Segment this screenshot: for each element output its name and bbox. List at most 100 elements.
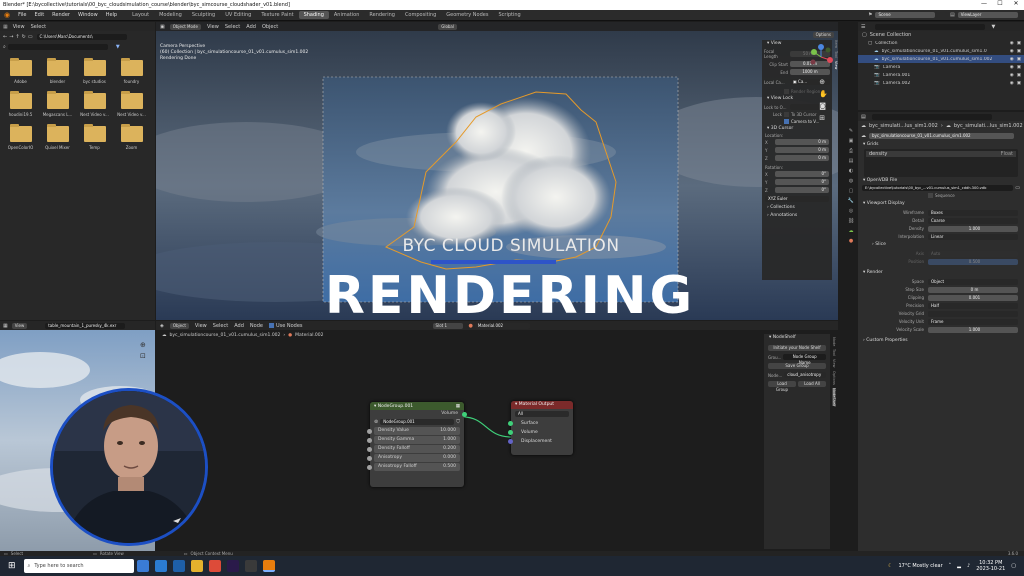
image-name-field[interactable]: table_mountain_1_puresky_4k.exr xyxy=(45,322,126,329)
detail-dropdown[interactable]: Coarse xyxy=(928,217,1018,224)
folder-item[interactable]: Zoom xyxy=(113,124,150,150)
material-tab-icon[interactable]: ● xyxy=(849,238,853,244)
input-socket[interactable] xyxy=(508,439,513,444)
node-shelf-header[interactable]: ▾ NodeShelf xyxy=(764,334,830,342)
space-dropdown[interactable]: Object xyxy=(928,278,1018,285)
navigation-gizmo[interactable] xyxy=(808,44,834,70)
filter-icon[interactable]: ▼ xyxy=(991,24,995,30)
output-socket[interactable] xyxy=(462,412,467,417)
sidebar-tab[interactable]: Tool xyxy=(832,349,836,356)
notification-icon[interactable]: ▢ xyxy=(1011,563,1016,569)
camera-render-icon[interactable]: ▣ xyxy=(1017,57,1021,62)
initiate-shelf-button[interactable]: Initiate your Node Shelf xyxy=(768,345,826,351)
menu-window[interactable]: Window xyxy=(74,12,102,18)
tool-tab-icon[interactable]: ✎ xyxy=(849,128,853,134)
node-input-field[interactable]: Anisotropy Falloff 0.500 xyxy=(374,463,460,471)
output-tab-icon[interactable]: ⎙ xyxy=(849,148,853,154)
sidebar-tab[interactable]: Node xyxy=(832,337,836,346)
store-icon[interactable] xyxy=(172,560,185,572)
node-input-field[interactable]: Anisotropy 0.000 xyxy=(374,454,460,462)
shader-type-dropdown[interactable]: Object xyxy=(169,322,189,329)
input-socket[interactable] xyxy=(367,438,372,443)
3d-viewport[interactable]: ▣ Object Mode View Select Add Object Glo… xyxy=(156,22,838,320)
object-tab-icon[interactable]: ▢ xyxy=(849,188,854,194)
menu-select[interactable]: Select xyxy=(213,323,228,329)
constraint-tab-icon[interactable]: ⛓ xyxy=(848,218,854,224)
sidebar-tab[interactable]: View xyxy=(834,61,838,69)
tab-shading[interactable]: Shading xyxy=(298,11,329,19)
step-size-field[interactable]: 0 m xyxy=(928,286,1018,293)
menu-select[interactable]: Select xyxy=(225,24,240,30)
node-input-field[interactable]: Density Gamma 1.000 xyxy=(374,436,460,444)
menu-select[interactable]: Select xyxy=(31,24,46,30)
chrome-icon[interactable] xyxy=(208,560,221,572)
tab-rendering[interactable]: Rendering xyxy=(364,11,400,19)
camera-view-icon[interactable]: ◙ xyxy=(819,102,828,110)
transform-orientation[interactable]: Global xyxy=(438,23,457,30)
visibility-icon[interactable]: ◉ xyxy=(1010,41,1014,46)
cursor-rotation-z-field[interactable]: 0° xyxy=(775,187,829,193)
path-field[interactable]: C:\Users\Marc\Documents\ xyxy=(36,33,127,40)
filter-icon[interactable]: ▼ xyxy=(116,44,120,50)
node-group-header[interactable]: ▾ NodeGroup.001 ▦ xyxy=(370,402,464,410)
zoom-icon[interactable]: ⊕ xyxy=(140,341,146,349)
data-block-field[interactable]: byc_simulationcourse_01_v01.cumulus_sim1… xyxy=(869,133,1014,139)
editor-type-icon[interactable]: ▦ xyxy=(3,24,8,30)
editor-type-icon[interactable]: ◈ xyxy=(160,323,164,329)
lock-cursor-checkbox[interactable] xyxy=(784,112,789,117)
folder-item[interactable]: Nest Video v... xyxy=(113,91,150,117)
sidebar-tab[interactable]: Tool xyxy=(834,51,838,58)
editor-type-icon[interactable]: ▤ xyxy=(861,114,866,120)
input-socket[interactable] xyxy=(367,465,372,470)
render-tab-icon[interactable]: ▣ xyxy=(849,138,854,144)
sequence-checkbox[interactable] xyxy=(928,193,933,198)
menu-render[interactable]: Render xyxy=(48,12,74,18)
input-socket[interactable] xyxy=(367,456,372,461)
wireframe-dropdown[interactable]: Boxes xyxy=(928,209,1018,216)
velocity-unit-dropdown[interactable]: Frame xyxy=(928,318,1018,325)
editor-type-icon[interactable]: ☰ xyxy=(861,24,865,30)
data-tab-icon[interactable]: ☁ xyxy=(849,228,854,234)
blender-logo-icon[interactable]: ◉ xyxy=(0,11,14,19)
menu-view[interactable]: View xyxy=(11,322,28,329)
taskbar-search[interactable]: ⌕ Type here to search xyxy=(23,559,134,573)
tab-layout[interactable]: Layout xyxy=(127,11,154,19)
precision-dropdown[interactable]: Half xyxy=(928,302,1018,309)
view-layer-selector[interactable]: ▤ ViewLayer xyxy=(950,12,1018,18)
outliner-item[interactable]: 📷 Camera.002 ◉ ▣ xyxy=(858,79,1024,87)
weather-label[interactable]: 17°C Mostly clear xyxy=(898,563,942,569)
properties-search-input[interactable] xyxy=(871,113,992,120)
folder-item[interactable]: byc studios xyxy=(76,58,113,84)
outliner-item[interactable]: 📷 Camera ◉ ▣ xyxy=(858,63,1024,71)
material-field[interactable]: Material.002 xyxy=(474,322,530,329)
folder-item[interactable]: OpenColorIO xyxy=(2,124,39,150)
scene-tab-icon[interactable]: ◐ xyxy=(849,168,853,174)
grid-item-density[interactable]: density Float xyxy=(866,151,1016,157)
tab-animation[interactable]: Animation xyxy=(329,11,365,19)
tab-uv-editing[interactable]: UV Editing xyxy=(220,11,256,19)
cursor-location-y-field[interactable]: 0 m xyxy=(775,147,829,153)
load-all-button[interactable]: Load All xyxy=(798,381,826,387)
camera-render-icon[interactable]: ▣ xyxy=(1017,73,1021,78)
folder-item[interactable]: Nest Video v... xyxy=(76,91,113,117)
folder-item[interactable]: houdini19.5 xyxy=(2,91,39,117)
menu-help[interactable]: Help xyxy=(102,12,121,18)
menu-file[interactable]: File xyxy=(14,12,30,18)
velocity-scale-field[interactable]: 1.000 xyxy=(928,326,1018,333)
editor-type-icon[interactable]: ▣ xyxy=(160,24,165,30)
options-dropdown[interactable]: Options xyxy=(812,32,834,38)
modifier-tab-icon[interactable]: 🔧 xyxy=(848,198,854,204)
camera-render-icon[interactable]: ▣ xyxy=(1017,49,1021,54)
tray-chevron-icon[interactable]: ˄ xyxy=(949,563,952,569)
new-folder-icon[interactable]: ▭ xyxy=(28,34,33,40)
node-input-field[interactable]: Density Falloff 0.200 xyxy=(374,445,460,453)
material-output-node[interactable]: ▾ Material Output All Surface Volume Displ… xyxy=(508,401,573,455)
blender-task-icon[interactable] xyxy=(262,560,275,572)
grids-header[interactable]: ▾ Grids xyxy=(858,141,1024,149)
tab-compositing[interactable]: Compositing xyxy=(400,11,441,19)
tab-geometry-nodes[interactable]: Geometry Nodes xyxy=(441,11,493,19)
input-socket[interactable] xyxy=(508,430,513,435)
output-target-dropdown[interactable]: All xyxy=(515,411,569,417)
maximize-button[interactable]: ☐ xyxy=(992,0,1008,7)
node-group[interactable]: ▾ NodeGroup.001 ▦ Volume ⊚ NodeGroup.001 … xyxy=(367,402,467,487)
